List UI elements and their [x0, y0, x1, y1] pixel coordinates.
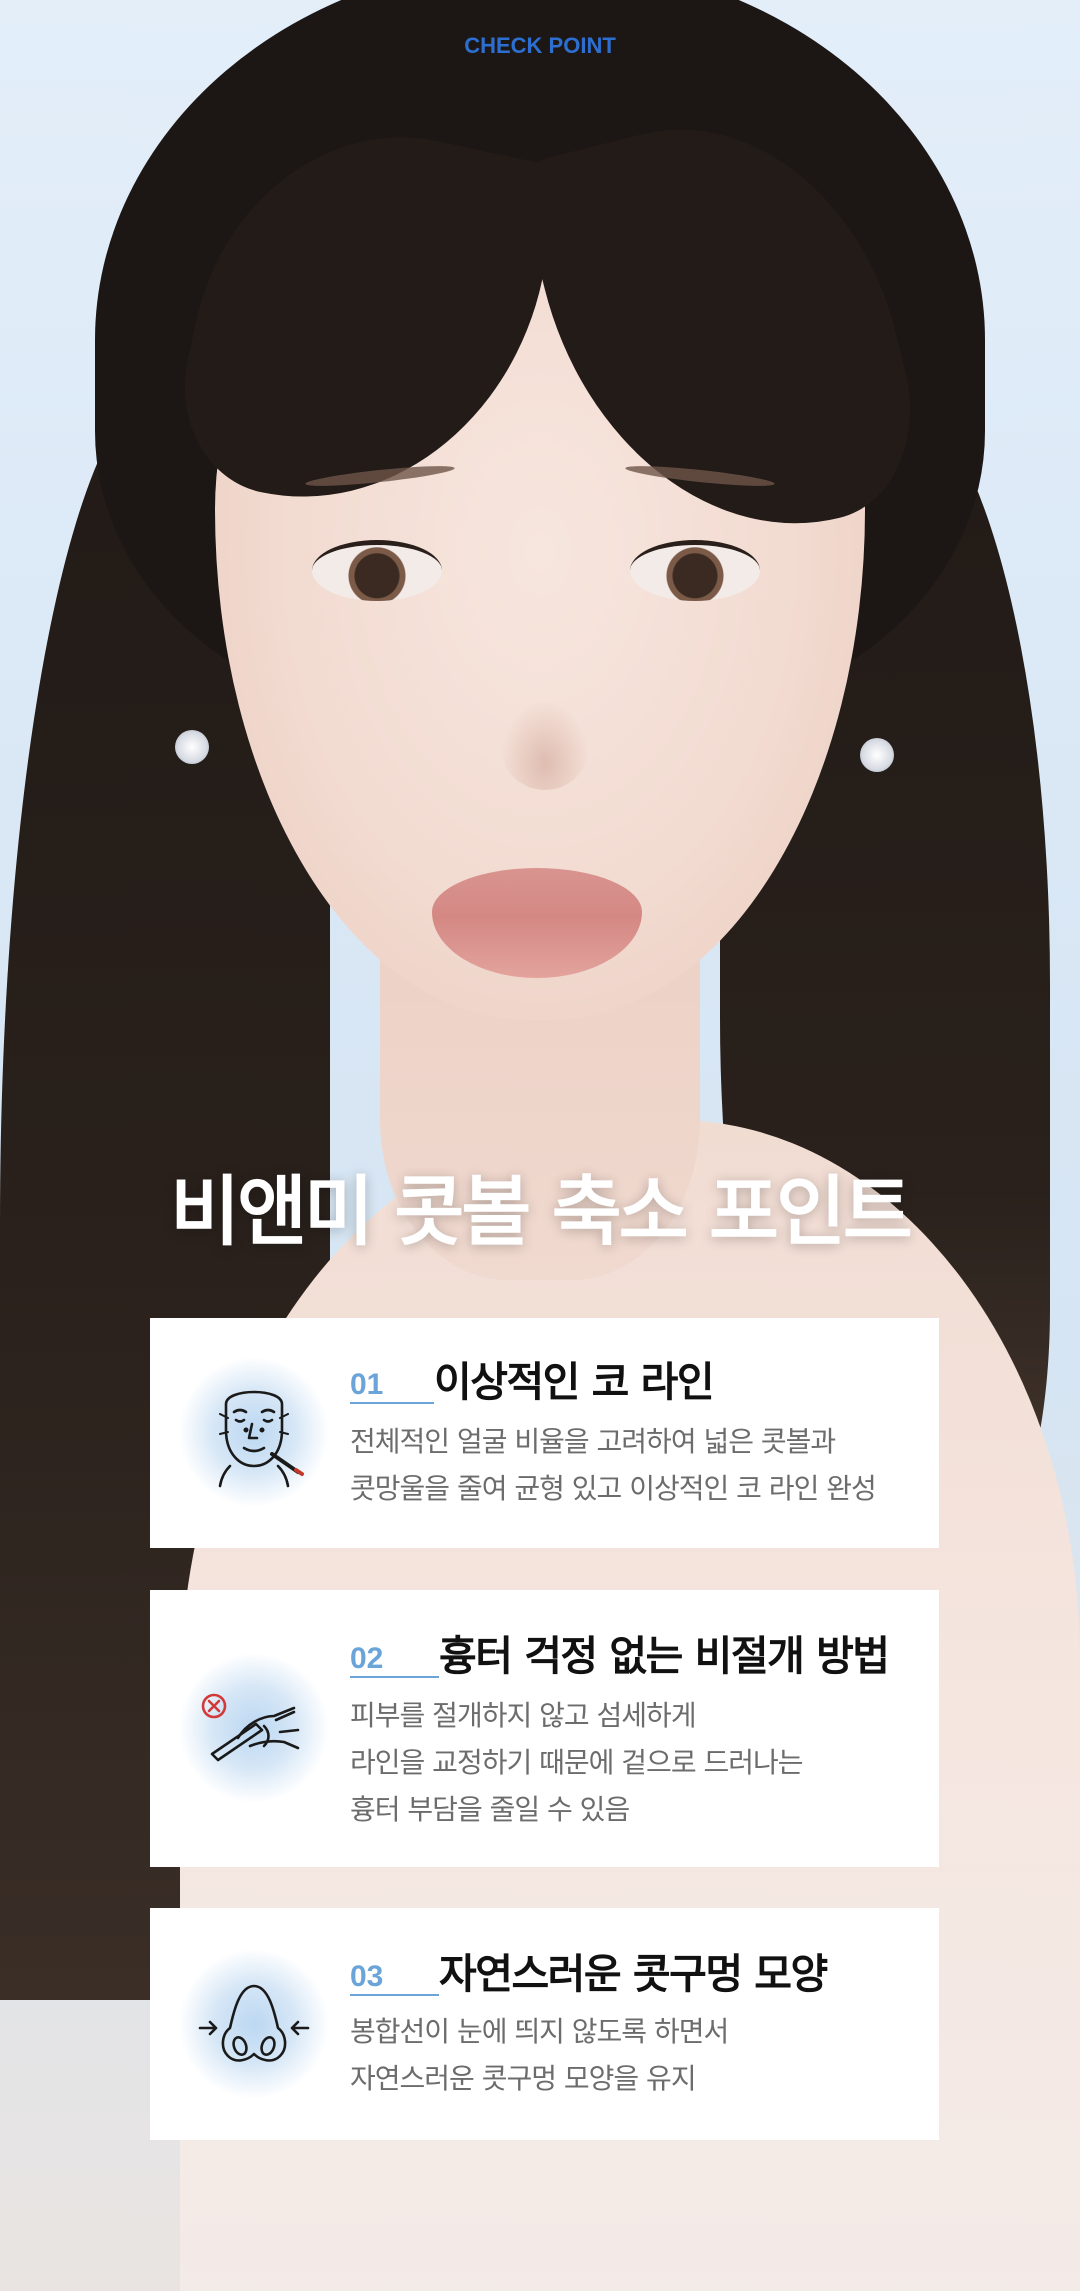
- point-number: 01: [350, 1368, 384, 1401]
- description-line: 자연스러운 콧구멍 모양을 유지: [350, 2062, 697, 2095]
- number-underline: [350, 1402, 434, 1404]
- point-number: 03: [350, 1960, 384, 1993]
- description-line: 전체적인 얼굴 비율을 고려하여 넓은 콧볼과: [350, 1425, 836, 1458]
- point-title: 자연스러운 콧구멍 모양: [439, 1950, 828, 1998]
- nose: [500, 700, 590, 790]
- point-card-1: 01 이상적인 코 라인 전체적인 얼굴 비율을 고려하여 넓은 콧볼과 콧망울…: [150, 1318, 939, 1548]
- no-scalpel-icon: [180, 1654, 328, 1802]
- point-title: 이상적인 코 라인: [434, 1358, 715, 1406]
- point-card-3: 03 자연스러운 콧구멍 모양 봉합선이 눈에 띄지 않도록 하면서 자연스러운…: [150, 1908, 939, 2140]
- point-description: 봉합선이 눈에 띄지 않도록 하면서 자연스러운 콧구멍 모양을 유지: [350, 2008, 729, 2102]
- face-measure-icon: [180, 1358, 328, 1506]
- main-title: 비앤미 콧볼 축소 포인트: [170, 1167, 913, 1256]
- description-line: 흉터 부담을 줄일 수 있음: [350, 1793, 630, 1826]
- point-card-2: 02 흉터 걱정 없는 비절개 방법 피부를 절개하지 않고 섬세하게 라인을 …: [150, 1590, 939, 1867]
- description-line: 피부를 절개하지 않고 섬세하게: [350, 1699, 697, 1732]
- check-point-label: CHECK POINT: [464, 33, 616, 58]
- number-underline: [350, 1676, 439, 1678]
- number-underline: [350, 1994, 439, 1996]
- earring-left: [175, 730, 209, 764]
- point-description: 피부를 절개하지 않고 섬세하게 라인을 교정하기 때문에 겉으로 드러나는 흉…: [350, 1692, 804, 1833]
- point-title: 흉터 걱정 없는 비절개 방법: [439, 1632, 890, 1680]
- point-number: 02: [350, 1642, 384, 1675]
- earring-right: [860, 738, 894, 772]
- description-line: 콧망울을 줄여 균형 있고 이상적인 코 라인 완성: [350, 1472, 877, 1505]
- nostril-icon: [180, 1950, 328, 2098]
- description-line: 봉합선이 눈에 띄지 않도록 하면서: [350, 2015, 729, 2048]
- eye-right: [630, 540, 760, 601]
- point-description: 전체적인 얼굴 비율을 고려하여 넓은 콧볼과 콧망울을 줄여 균형 있고 이상…: [350, 1418, 877, 1512]
- description-line: 라인을 교정하기 때문에 겉으로 드러나는: [350, 1746, 804, 1779]
- eye-left: [312, 540, 442, 601]
